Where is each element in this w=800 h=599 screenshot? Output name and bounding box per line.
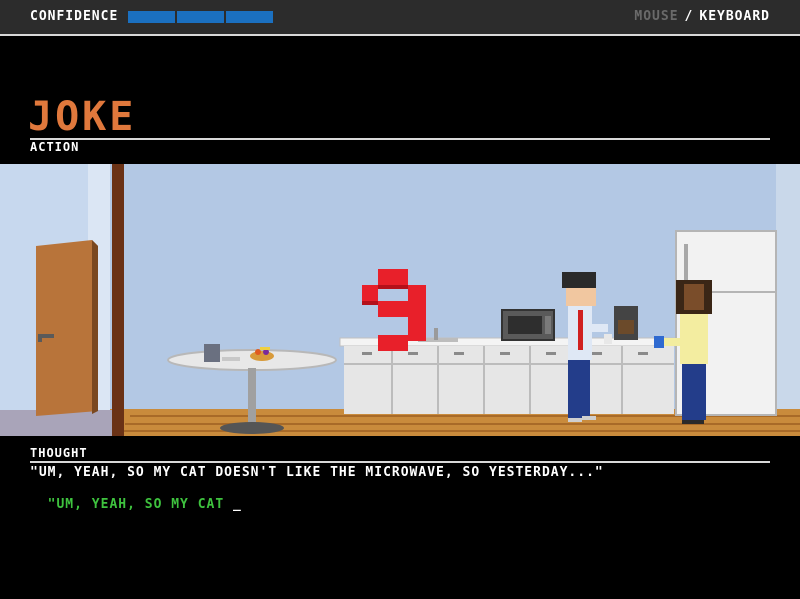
input-mode-toggle: MOUSE / KEYBOARD [634,9,770,24]
input-mode-mouse[interactable]: MOUSE [634,9,678,24]
text-cursor: _ [233,497,242,512]
faucet [434,328,438,340]
confidence-meter [128,11,273,23]
right-wall [776,164,800,436]
confidence-segment [226,11,273,23]
fruit-bowl [250,351,274,361]
typing-input[interactable]: "UM, YEAH, SO MY CAT _ [30,482,242,512]
top-hud-bar: CONFIDENCE MOUSE / KEYBOARD [0,0,800,34]
round-table [167,349,337,371]
title-divider [30,138,770,140]
input-mode-keyboard[interactable]: KEYBOARD [699,9,770,24]
door-handle [40,334,54,338]
thought-divider [30,461,770,463]
napkin-holder [204,344,220,362]
thought-target-text: "UM, YEAH, SO MY CAT DOESN'T LIKE THE MI… [30,465,604,480]
action-title: JOKE [28,94,137,140]
door [36,240,98,416]
confidence-label: CONFIDENCE [30,9,119,24]
confidence-segment [128,11,175,23]
hud-divider [0,34,800,36]
fridge-handle [684,244,688,280]
thought-label: THOUGHT [30,446,88,460]
breakroom-scene [0,164,800,436]
action-label: ACTION [30,140,80,154]
confidence-segment [177,11,224,23]
input-mode-separator: / [684,9,694,24]
scene-illustration [0,164,800,436]
typed-text: "UM, YEAH, SO MY CAT [47,497,234,512]
table-base [220,422,284,434]
wooden-pillar [112,164,124,436]
table-leg [248,368,256,426]
cabinets [344,346,674,414]
